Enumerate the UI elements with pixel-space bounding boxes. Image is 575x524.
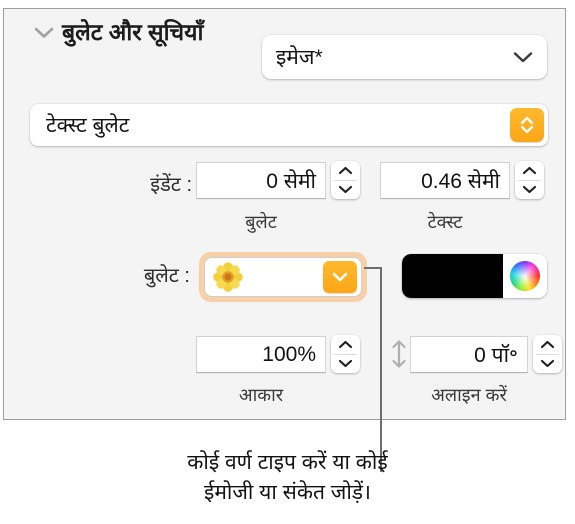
- color-wheel-icon: [510, 261, 540, 291]
- text-indent-field[interactable]: 0.46 सेमी: [380, 162, 510, 199]
- bullet-indent-value: 0 सेमी: [266, 169, 316, 193]
- color-swatch[interactable]: [402, 254, 503, 298]
- stepper-down-button[interactable]: [331, 181, 360, 200]
- chevron-down-icon: [34, 26, 54, 39]
- bullet-size-value: 100%: [262, 342, 316, 366]
- text-indent-stepper[interactable]: [515, 161, 544, 199]
- callout-caption: कोई वर्ण टाइप करें या कोई ईमोजी या संकेत…: [0, 448, 575, 508]
- chevron-down-icon[interactable]: [323, 261, 357, 293]
- bullet-type-combo-box[interactable]: टेक्स्ट बुलेट: [30, 104, 548, 146]
- bullet-size-stepper[interactable]: [331, 335, 360, 373]
- bullet-indent-caption: बुलेट: [245, 212, 277, 232]
- callout-line-1: कोई वर्ण टाइप करें या कोई: [187, 451, 388, 474]
- bullet-color-well[interactable]: [402, 254, 547, 298]
- disclosure-triangle[interactable]: [33, 21, 55, 43]
- bullet-label: बुलेट :: [143, 265, 190, 287]
- callout-line-2: ईमोजी या संकेत जोड़ें।: [204, 481, 371, 504]
- bullet-align-field[interactable]: 0 पॉ॰: [410, 336, 528, 373]
- color-wheel-button[interactable]: [503, 254, 547, 298]
- list-style-popup-button[interactable]: इमेज*: [262, 35, 547, 79]
- screenshot-root: बुलेट और सूचियाँ इमेज* टेक्स्ट बुलेट इंड…: [0, 0, 575, 524]
- text-indent-value: 0.46 सेमी: [421, 169, 500, 193]
- stepper-up-button[interactable]: [331, 335, 360, 354]
- bullet-indent-field[interactable]: 0 सेमी: [196, 162, 326, 199]
- callout-leader-vertical: [380, 267, 382, 472]
- bullet-align-caption: अलाइन करें: [431, 385, 507, 405]
- stepper-down-button[interactable]: [331, 355, 360, 374]
- bullet-size-caption: आकार: [238, 385, 284, 405]
- bullet-align-value: 0 पॉ॰: [474, 343, 518, 367]
- chevron-down-icon: [513, 50, 533, 64]
- indent-label: इंडेंट :: [150, 174, 192, 196]
- bullet-glyph-popup-button[interactable]: [204, 257, 362, 297]
- stepper-up-button[interactable]: [533, 335, 562, 354]
- stepper-up-button[interactable]: [515, 161, 544, 180]
- stepper-down-button[interactable]: [533, 355, 562, 374]
- section-title: बुलेट और सूचियाँ: [62, 19, 204, 45]
- list-style-value: इमेज*: [276, 46, 323, 69]
- bullet-type-value: टेक्स्ट बुलेट: [46, 114, 130, 137]
- stepper-down-button[interactable]: [515, 181, 544, 200]
- flower-emoji-icon: [213, 262, 243, 292]
- up-down-chevron-icon[interactable]: [510, 108, 544, 142]
- stepper-up-button[interactable]: [331, 161, 360, 180]
- bullet-indent-stepper[interactable]: [331, 161, 360, 199]
- text-indent-caption: टेक्स्ट: [427, 212, 463, 232]
- bullets-and-lists-panel: बुलेट और सूचियाँ इमेज* टेक्स्ट बुलेट इंड…: [3, 8, 566, 420]
- bullet-size-field[interactable]: 100%: [196, 336, 326, 373]
- vertical-align-icon: [390, 339, 408, 369]
- bullet-align-stepper[interactable]: [533, 335, 562, 373]
